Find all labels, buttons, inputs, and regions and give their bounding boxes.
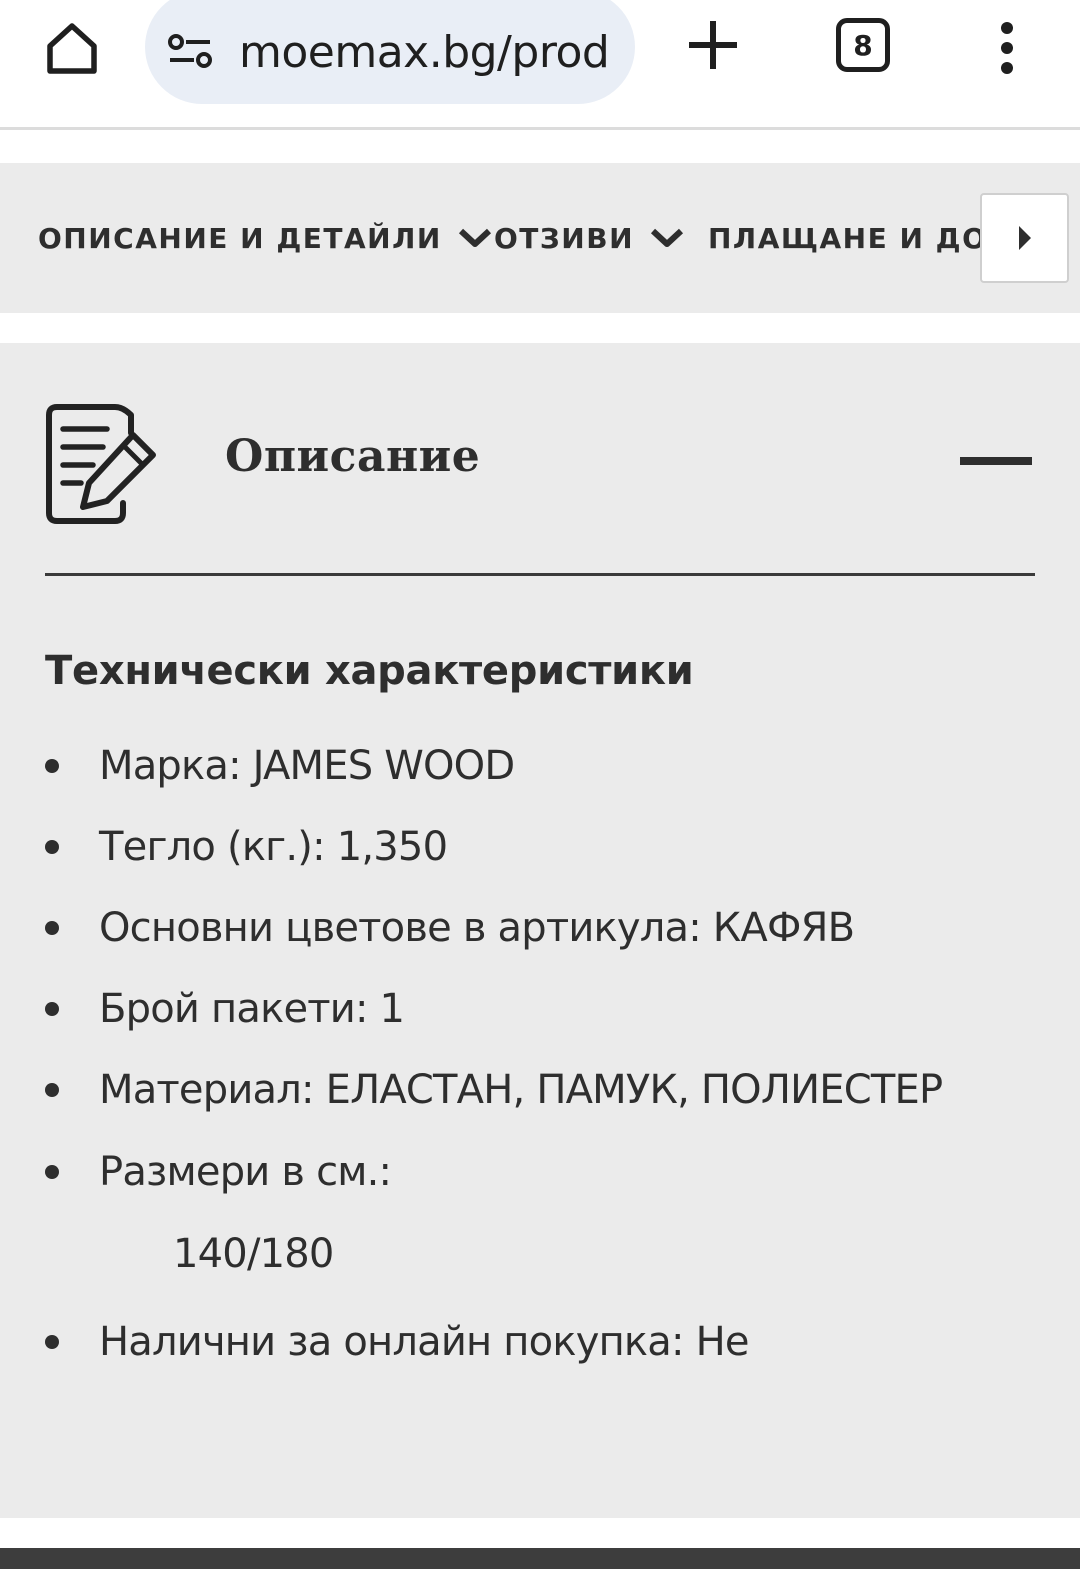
more-vert-icon bbox=[1001, 22, 1013, 34]
list-item: Брой пакети: 1 bbox=[45, 979, 1035, 1039]
bullet bbox=[45, 1335, 59, 1349]
panel-title: Описание bbox=[225, 431, 481, 482]
tab-payment-delivery[interactable]: ПЛАЩАНЕ И ДОС bbox=[708, 163, 1009, 313]
spec-text: Налични за онлайн покупка: Не bbox=[99, 1319, 749, 1365]
tab-reviews[interactable]: ОТЗИВИ bbox=[494, 163, 684, 313]
description-accordion-header[interactable]: Описание bbox=[45, 403, 1035, 528]
list-item: Тегло (кг.): 1,350 bbox=[45, 817, 1035, 877]
section-tabs: ОПИСАНИЕ И ДЕТАЙЛИ ОТЗИВИ ПЛАЩАНЕ И ДОС bbox=[0, 163, 1080, 313]
bullet bbox=[45, 1002, 59, 1016]
list-item: Основни цветове в артикула: КАФЯВ bbox=[45, 898, 1035, 958]
bullet bbox=[45, 1165, 59, 1179]
list-item: Марка: JAMES WOOD bbox=[45, 736, 1035, 796]
spec-text: Основни цветове в артикула: КАФЯВ bbox=[99, 905, 855, 951]
spec-text: Брой пакети: 1 bbox=[99, 986, 405, 1032]
caret-right-icon bbox=[1018, 226, 1031, 250]
panel-divider bbox=[45, 573, 1035, 576]
tab-switcher-button[interactable]: 8 bbox=[832, 14, 894, 76]
url-text: moemax.bg/prod bbox=[239, 26, 610, 78]
tab-switcher-icon: 8 bbox=[836, 18, 890, 72]
address-bar[interactable]: moemax.bg/prod bbox=[145, 0, 635, 104]
spec-heading: Технически характеристики bbox=[45, 648, 694, 694]
plus-icon bbox=[689, 21, 737, 69]
document-edit-icon bbox=[46, 404, 156, 524]
tab-label: ОПИСАНИЕ И ДЕТАЙЛИ bbox=[38, 221, 442, 255]
list-item: Размери в см.: bbox=[45, 1142, 1035, 1202]
site-settings-icon[interactable] bbox=[165, 26, 217, 78]
footer-strip bbox=[0, 1548, 1080, 1569]
new-tab-button[interactable] bbox=[680, 12, 746, 78]
tab-label: ОТЗИВИ bbox=[494, 221, 635, 255]
spec-text: Марка: JAMES WOOD bbox=[99, 743, 515, 789]
minus-icon bbox=[960, 457, 1032, 465]
bullet bbox=[45, 840, 59, 854]
chevron-down-icon bbox=[650, 227, 684, 249]
bullet bbox=[45, 921, 59, 935]
spec-subvalue: 140/180 bbox=[173, 1231, 334, 1277]
tabs-scroll-right-button[interactable] bbox=[980, 193, 1069, 283]
chevron-down-icon bbox=[458, 227, 492, 249]
tab-label: ПЛАЩАНЕ И ДОС bbox=[708, 221, 1010, 255]
bullet bbox=[45, 1083, 59, 1097]
spec-text: Тегло (кг.): 1,350 bbox=[99, 824, 448, 870]
tab-count: 8 bbox=[853, 28, 873, 62]
collapse-button[interactable] bbox=[960, 451, 1035, 471]
tab-description-details[interactable]: ОПИСАНИЕ И ДЕТАЙЛИ bbox=[38, 163, 492, 313]
more-menu-button[interactable] bbox=[980, 12, 1034, 84]
toolbar-divider bbox=[0, 127, 1080, 130]
bullet bbox=[45, 759, 59, 773]
list-item: Материал: ЕЛАСТАН, ПАМУК, ПОЛИЕСТЕР bbox=[45, 1060, 1035, 1120]
spec-text: Материал: ЕЛАСТАН, ПАМУК, ПОЛИЕСТЕР bbox=[99, 1067, 943, 1113]
home-icon bbox=[47, 23, 97, 74]
list-item: Налични за онлайн покупка: Не bbox=[45, 1312, 1035, 1372]
browser-toolbar: moemax.bg/prod 8 bbox=[0, 0, 1080, 130]
description-panel: Описание Технически характеристики Марка… bbox=[0, 343, 1080, 1518]
home-button[interactable] bbox=[36, 12, 108, 84]
spec-text: Размери в см.: bbox=[99, 1149, 392, 1195]
